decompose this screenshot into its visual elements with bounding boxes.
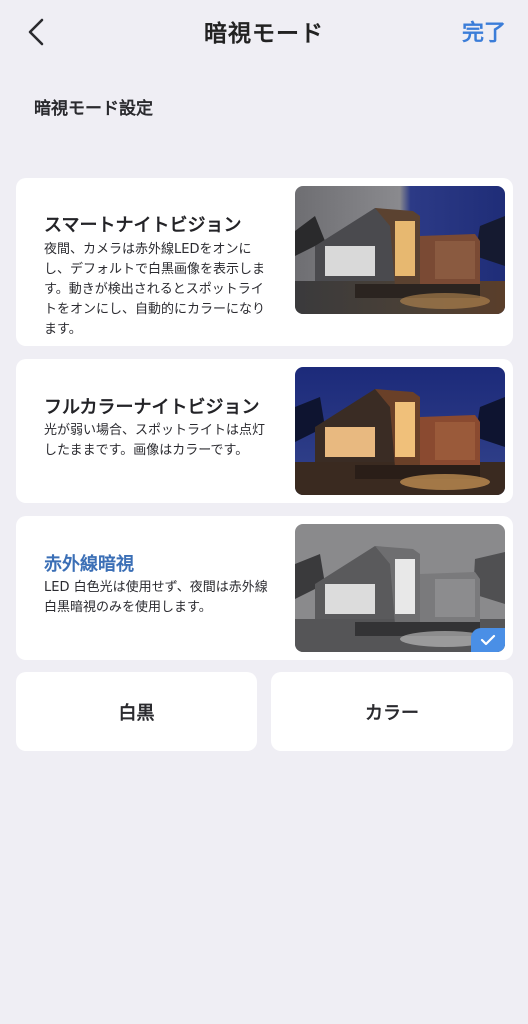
full-color-night-vision-preview-image: [295, 367, 505, 495]
nav-header: 暗視モード 完了: [0, 0, 528, 64]
option-title: 赤外線暗視: [44, 554, 134, 575]
option-title: スマートナイトビジョン: [44, 215, 242, 236]
selected-check-badge: [471, 628, 505, 652]
section-label: 暗視モード設定: [34, 99, 153, 119]
done-button[interactable]: 完了: [462, 15, 506, 47]
option-infrared-night-vision[interactable]: 赤外線暗視 LED 白色光は使用せず、夜間は赤外線白黒暗視のみを使用します。: [16, 516, 513, 660]
option-description: 光が弱い場合、スポットライトは点灯したままです。画像はカラーです。: [44, 423, 266, 458]
page-title: 暗視モード: [204, 21, 324, 47]
checkmark-icon: [480, 634, 496, 646]
option-full-color-night-vision[interactable]: フルカラーナイトビジョン 光が弱い場合、スポットライトは点灯したままです。画像は…: [16, 359, 513, 503]
black-white-button[interactable]: 白黒: [16, 672, 257, 751]
option-title: フルカラーナイトビジョン: [44, 397, 260, 418]
option-description: 夜間、カメラは赤外線LEDをオンにし、デフォルトで白黒画像を表示します。動きが検…: [44, 242, 266, 337]
option-smart-night-vision[interactable]: スマートナイトビジョン 夜間、カメラは赤外線LEDをオンにし、デフォルトで白黒画…: [16, 178, 513, 346]
smart-night-vision-preview-image: [295, 186, 505, 314]
night-vision-screen: 暗視モード 完了 暗視モード設定 スマートナイトビジョン 夜間、カメラは赤外線L…: [0, 0, 528, 1024]
color-button[interactable]: カラー: [271, 672, 513, 751]
option-description: LED 白色光は使用せず、夜間は赤外線白黒暗視のみを使用します。: [44, 580, 268, 615]
